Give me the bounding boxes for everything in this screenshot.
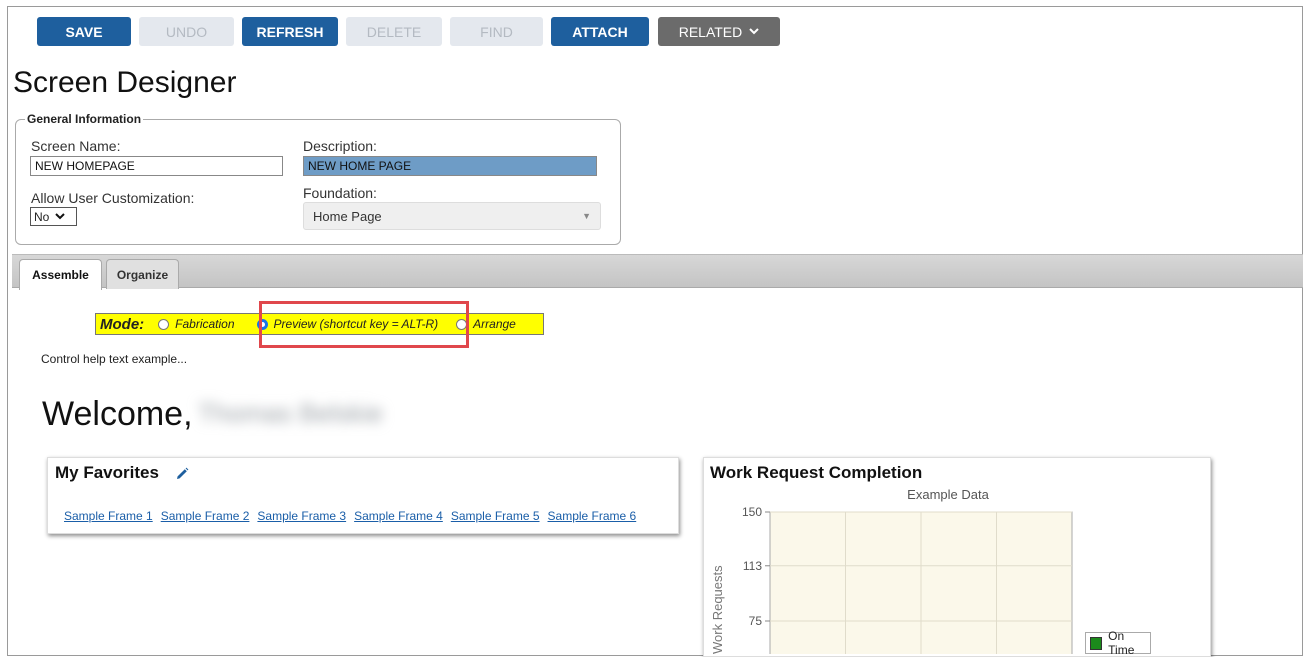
highlight-box <box>259 301 469 348</box>
favorites-title-text: My Favorites <box>55 463 159 482</box>
allow-customization-value: No <box>34 209 50 224</box>
mode-option-label: Arrange <box>473 317 516 331</box>
allow-customization-select[interactable]: No <box>30 207 77 226</box>
find-button[interactable]: FIND <box>450 17 543 46</box>
favorite-link[interactable]: Sample Frame 5 <box>451 509 540 523</box>
favorite-link[interactable]: Sample Frame 4 <box>354 509 443 523</box>
foundation-select[interactable]: Home Page ▼ <box>303 202 601 230</box>
mode-label: Mode: <box>100 315 145 333</box>
y-tick-label: 75 <box>749 614 763 628</box>
tab-assemble[interactable]: Assemble <box>19 259 102 290</box>
welcome-heading: Welcome, <box>42 395 193 433</box>
chart-legend: On Time <box>1085 629 1151 657</box>
refresh-button[interactable]: REFRESH <box>242 17 338 46</box>
favorites-links: Sample Frame 1 Sample Frame 2 Sample Fra… <box>64 509 644 523</box>
attach-button[interactable]: ATTACH <box>551 17 649 46</box>
radio-fabrication[interactable] <box>158 318 170 330</box>
related-label: RELATED <box>678 23 743 40</box>
favorite-link[interactable]: Sample Frame 2 <box>161 509 250 523</box>
chart-title: Example Data <box>907 487 989 502</box>
y-tick-label: 150 <box>742 505 762 519</box>
pencil-icon[interactable] <box>175 467 189 481</box>
chevron-down-icon <box>749 28 759 35</box>
general-information-legend: General Information <box>27 112 142 126</box>
y-tick-label: 113 <box>743 559 762 573</box>
mode-option-fabrication[interactable]: Fabrication <box>158 317 235 331</box>
screen-name-input[interactable]: NEW HOMEPAGE <box>30 156 283 176</box>
related-button[interactable]: RELATED <box>658 17 780 46</box>
blurred-user-name: Thomas Belskie <box>198 398 383 428</box>
tab-bar: Assemble Organize <box>12 254 1303 290</box>
caret-down-icon: ▼ <box>582 211 591 221</box>
tab-organize[interactable]: Organize <box>106 259 179 289</box>
mode-option-label: Fabrication <box>175 317 235 331</box>
page-title: Screen Designer <box>13 66 237 99</box>
help-text: Control help text example... <box>41 352 188 366</box>
description-input[interactable]: NEW HOME PAGE <box>303 156 597 176</box>
favorite-link[interactable]: Sample Frame 1 <box>64 509 153 523</box>
foundation-value: Home Page <box>313 208 382 224</box>
description-label: Description: <box>303 138 377 154</box>
legend-label-on-time: On Time <box>1108 629 1135 657</box>
save-button[interactable]: SAVE <box>37 17 131 46</box>
favorites-panel: My Favorites Sample Frame 1 Sample Frame… <box>47 457 679 534</box>
screen-name-label: Screen Name: <box>31 138 121 154</box>
chevron-down-icon <box>55 213 66 220</box>
work-request-chart: Example Data 150 113 75 Work Requests <box>710 487 1073 654</box>
favorite-link[interactable]: Sample Frame 3 <box>257 509 346 523</box>
y-axis-label: Work Requests <box>710 565 725 654</box>
undo-button[interactable]: UNDO <box>139 17 234 46</box>
delete-button[interactable]: DELETE <box>346 17 442 46</box>
favorites-title: My Favorites <box>55 463 159 483</box>
chart-panel-title: Work Request Completion <box>710 463 923 482</box>
favorite-link[interactable]: Sample Frame 6 <box>548 509 637 523</box>
y-axis-ticks: 150 113 75 <box>742 505 770 628</box>
allow-customization-label: Allow User Customization: <box>31 190 195 206</box>
legend-swatch-on-time <box>1090 636 1103 650</box>
foundation-label: Foundation: <box>303 185 377 201</box>
